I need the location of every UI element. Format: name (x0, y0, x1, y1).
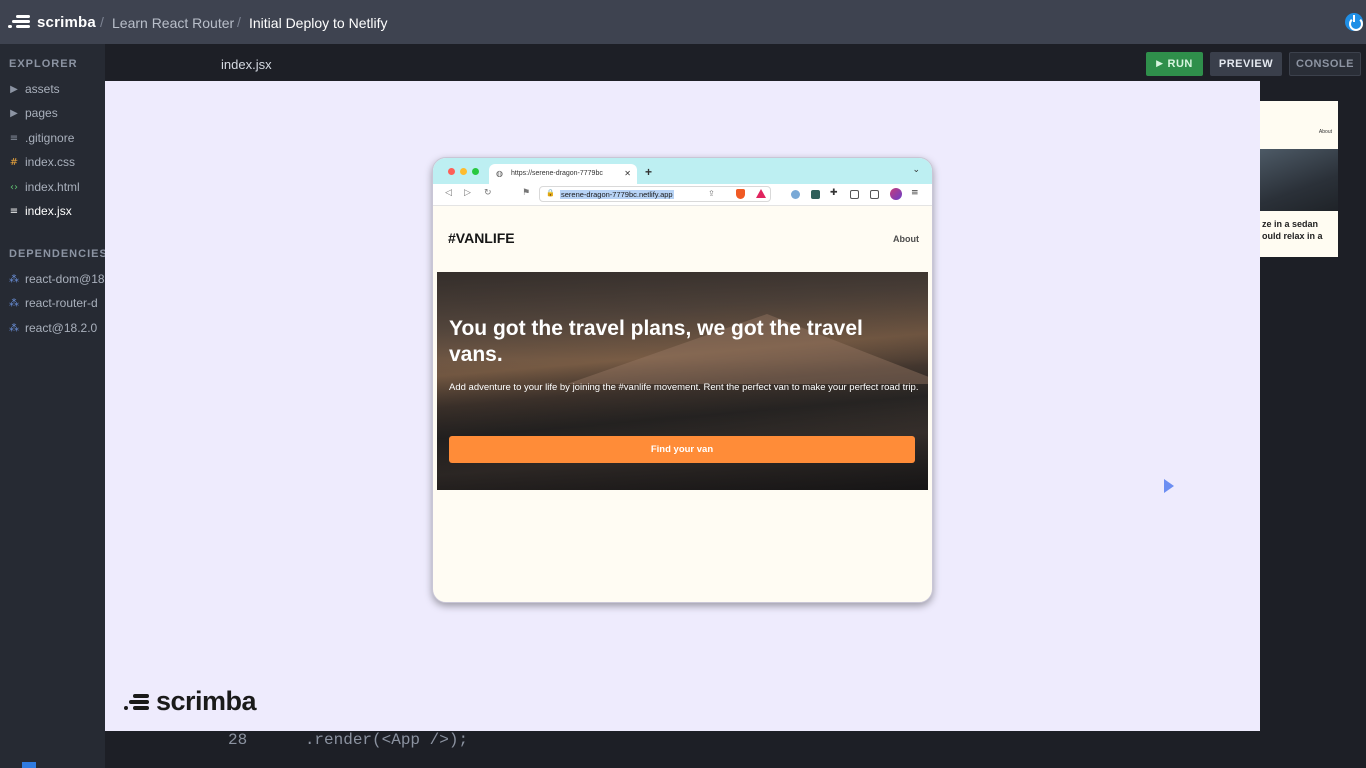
text-file-icon: ≡ (9, 132, 19, 144)
sidebar-item-pages[interactable]: ▶ pages (9, 106, 105, 120)
power-icon[interactable] (1345, 13, 1363, 31)
dependency-react-router-dom[interactable]: ⁂ react-router-d (9, 296, 105, 310)
code-line: 28 .render(<App />); (228, 731, 469, 749)
chevron-down-icon[interactable]: ⌄ (912, 165, 920, 175)
close-tab-icon[interactable]: ✕ (624, 169, 631, 178)
sidebar-item-index-css[interactable]: # index.css (9, 155, 105, 169)
preview-text: ould relax in a (1262, 231, 1323, 241)
package-icon: ⁂ (9, 273, 19, 285)
close-window-icon[interactable] (448, 168, 455, 175)
code-icon: ‹› (10, 181, 18, 193)
sidebar-item-label: .gitignore (25, 131, 75, 145)
console-button[interactable]: CONSOLE (1289, 52, 1361, 76)
preview-button[interactable]: PREVIEW (1210, 52, 1282, 76)
puzzle-icon[interactable]: ✚ (830, 188, 838, 198)
dependency-react-dom[interactable]: ⁂ react-dom@18 (9, 272, 105, 286)
scrimba-logo-icon[interactable] (8, 15, 30, 29)
preview-thumbnail: About ze in a sedan ould relax in a (1260, 101, 1338, 257)
browser-window: ◍ https://serene-dragon-7779bc ✕ + ⌄ ◁ ▷… (432, 157, 933, 603)
browser-tab-title: https://serene-dragon-7779bc (511, 170, 603, 177)
play-icon: ▶ (1156, 59, 1164, 69)
extension-icon[interactable] (811, 190, 820, 199)
maximize-window-icon[interactable] (472, 168, 479, 175)
top-bar: scrimba / Learn React Router / Initial D… (0, 0, 1366, 44)
scrimba-logo-icon (124, 694, 149, 712)
minimize-window-icon[interactable] (460, 168, 467, 175)
dependency-label: react-dom@18 (25, 272, 105, 286)
editor-tab-index-jsx[interactable]: index.jsx (221, 57, 272, 72)
hero-subtitle: Add adventure to your life by joining th… (449, 382, 919, 393)
sidebar-icon[interactable] (850, 190, 859, 199)
preview-text: ze in a sedan (1262, 219, 1319, 229)
reload-icon[interactable]: ↻ (484, 188, 492, 198)
nav-about-link[interactable]: About (893, 234, 919, 244)
breadcrumb-course[interactable]: Learn React Router (112, 15, 234, 31)
explorer-heading: EXPLORER (9, 58, 78, 70)
brand-name[interactable]: scrimba (37, 14, 96, 31)
hero-section: You got the travel plans, we got the tra… (437, 272, 928, 490)
vanlife-logo[interactable]: #VANLIFE (448, 230, 515, 246)
browser-tab-strip: ◍ https://serene-dragon-7779bc ✕ + ⌄ (433, 158, 932, 184)
mouse-cursor-icon (1164, 479, 1174, 493)
folder-caret-icon: ▶ (10, 107, 18, 119)
hash-icon: # (9, 156, 19, 168)
breadcrumb-separator: / (237, 14, 241, 30)
profile-avatar[interactable] (890, 188, 902, 200)
address-bar-url[interactable]: serene-dragon-7779bc.netlify.app (560, 190, 674, 199)
browser-tab[interactable]: ◍ https://serene-dragon-7779bc ✕ (489, 164, 637, 184)
back-icon[interactable]: ◁ (445, 188, 452, 198)
extension-icon[interactable] (791, 190, 800, 199)
run-button[interactable]: ▶ RUN (1146, 52, 1203, 76)
bookmark-icon[interactable]: ⚑ (522, 188, 530, 198)
sidebar-item-label: index.jsx (25, 204, 72, 218)
globe-icon: ◍ (496, 169, 503, 178)
address-bar[interactable]: 🔒 serene-dragon-7779bc.netlify.app ⇪ (539, 186, 771, 202)
forward-icon[interactable]: ▷ (464, 188, 471, 198)
package-icon: ⁂ (9, 322, 19, 334)
sidebar-item-assets[interactable]: ▶ assets (9, 82, 105, 96)
sidebar-item-label: index.html (25, 180, 80, 194)
dependency-react[interactable]: ⁂ react@18.2.0 (9, 321, 105, 335)
package-icon: ⁂ (9, 297, 19, 309)
menu-icon[interactable]: ≡ (911, 188, 919, 198)
new-tab-icon[interactable]: + (645, 165, 652, 179)
hero-title: You got the travel plans, we got the tra… (449, 317, 863, 366)
sidebar-item-gitignore[interactable]: ≡ .gitignore (9, 131, 105, 145)
dependencies-heading: DEPENDENCIES (9, 248, 108, 260)
brave-rewards-icon[interactable] (756, 189, 766, 198)
preview-image (1260, 149, 1338, 211)
breadcrumb-lesson: Initial Deploy to Netlify (249, 15, 388, 31)
dependency-label: react@18.2.0 (25, 321, 98, 335)
folder-caret-icon: ▶ (10, 83, 18, 95)
dependency-label: react-router-d (25, 296, 98, 310)
text-file-icon: ≡ (9, 205, 19, 217)
status-icon (22, 762, 36, 768)
sidebar: EXPLORER ▶ assets ▶ pages ≡ .gitignore #… (0, 44, 108, 768)
sidebar-item-label: pages (25, 106, 58, 120)
find-your-van-button[interactable]: Find your van (449, 436, 915, 463)
brave-shield-icon[interactable] (736, 189, 745, 199)
sidebar-item-index-jsx[interactable]: ≡ index.jsx (9, 204, 105, 218)
sidebar-item-index-html[interactable]: ‹› index.html (9, 180, 105, 194)
watermark-text: scrimba (156, 686, 257, 716)
vanlife-navbar: #VANLIFE About (437, 206, 928, 272)
lock-icon: 🔒 (546, 189, 555, 197)
browser-toolbar: ◁ ▷ ↻ ⚑ 🔒 serene-dragon-7779bc.netlify.a… (433, 184, 932, 206)
sidebar-item-label: index.css (25, 155, 76, 169)
breadcrumb-separator: / (100, 14, 104, 30)
preview-about-link: About (1318, 129, 1332, 135)
share-icon[interactable]: ⇪ (708, 189, 715, 198)
sidebar-item-label: assets (25, 82, 60, 96)
wallet-icon[interactable] (870, 190, 879, 199)
run-label: RUN (1167, 58, 1193, 70)
